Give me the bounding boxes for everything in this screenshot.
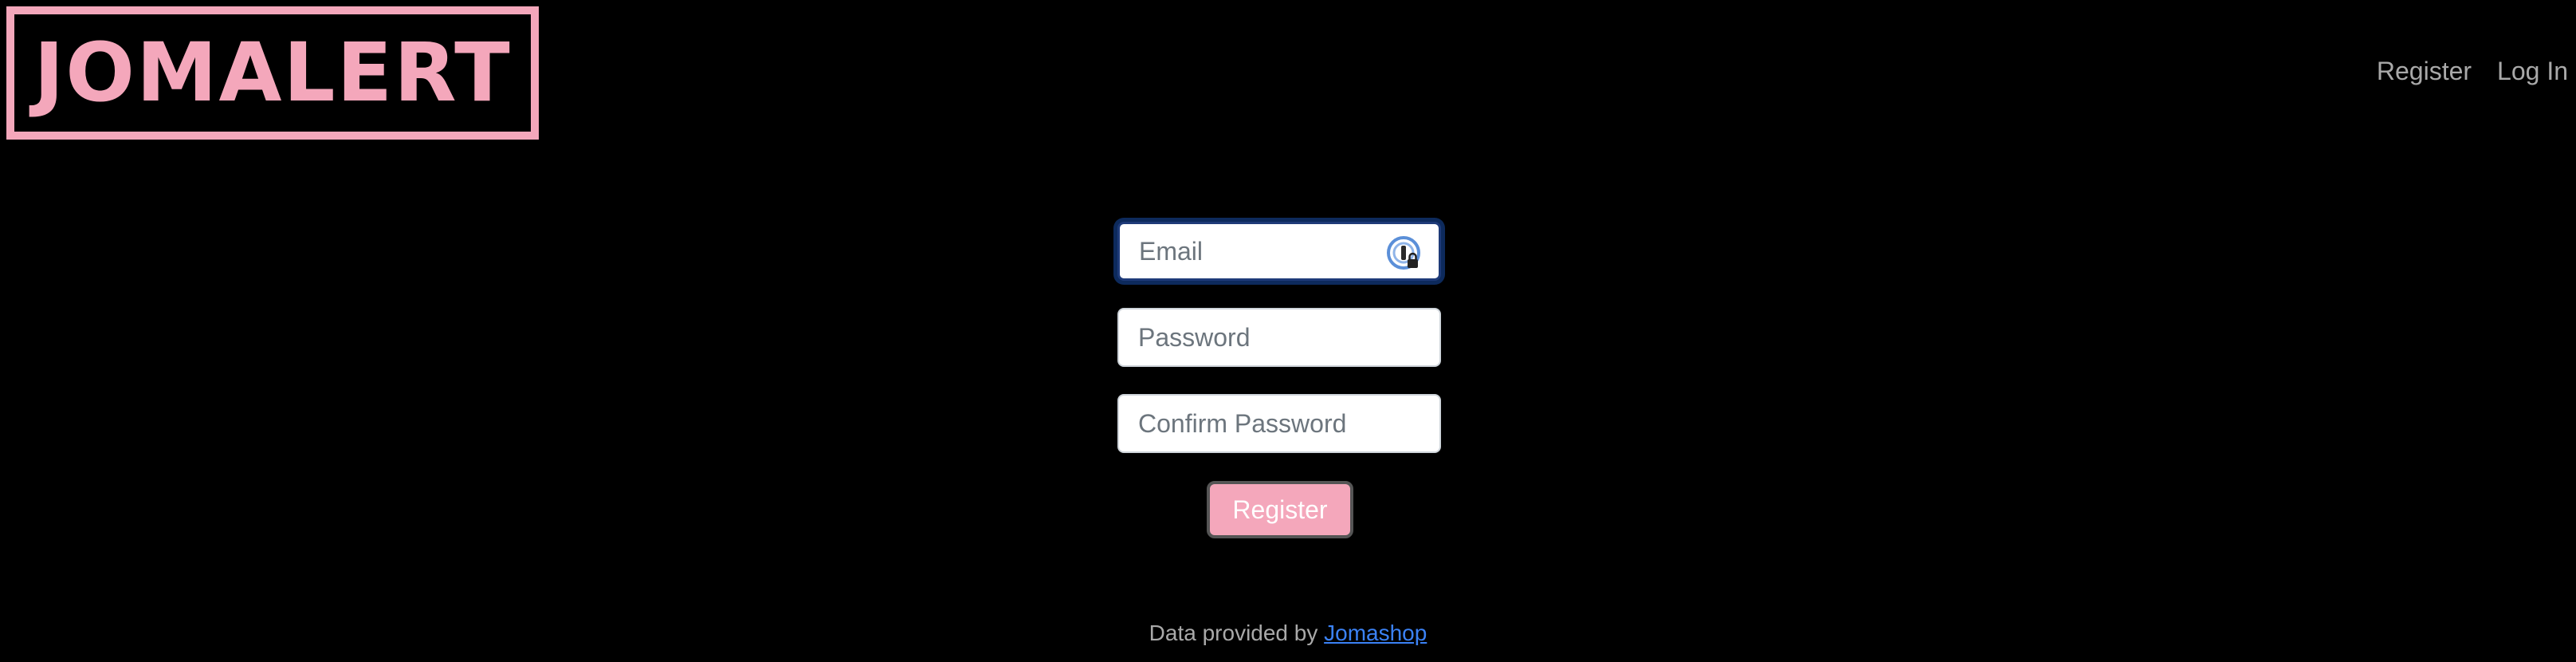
- brand-logo[interactable]: JOMALERT: [6, 6, 539, 140]
- email-field-wrapper: [1117, 222, 1441, 281]
- footer: Data provided by Jomashop: [0, 621, 2576, 646]
- nav-register-link[interactable]: Register: [2377, 58, 2472, 84]
- password-manager-lock-icon[interactable]: [1386, 235, 1423, 272]
- nav-login-link[interactable]: Log In: [2497, 58, 2568, 84]
- footer-prefix: Data provided by: [1149, 621, 1325, 645]
- logo-text: JOMALERT: [33, 25, 512, 120]
- page: JOMALERT Register Log In Register Data p…: [0, 0, 2576, 662]
- jomashop-link[interactable]: Jomashop: [1324, 621, 1427, 645]
- confirm-password-input[interactable]: [1119, 396, 1439, 451]
- password-field-wrapper: [1117, 308, 1441, 367]
- top-nav: Register Log In: [2377, 58, 2568, 84]
- password-input[interactable]: [1119, 309, 1439, 365]
- confirm-password-field-wrapper: [1117, 394, 1441, 453]
- register-submit-button[interactable]: Register: [1207, 481, 1353, 538]
